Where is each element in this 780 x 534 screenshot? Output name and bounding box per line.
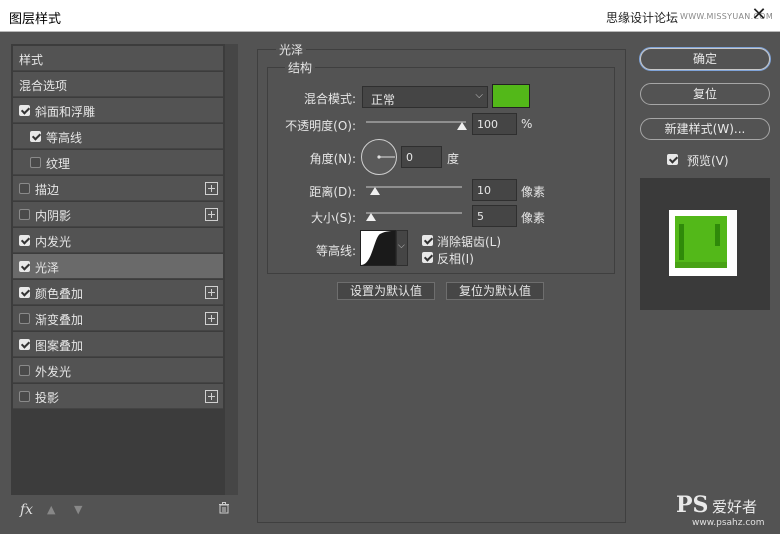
style-item[interactable]: 内阴影: [13, 202, 223, 227]
move-up-icon[interactable]: ▲: [47, 503, 55, 516]
close-icon[interactable]: ✕: [747, 5, 771, 25]
style-item-checkbox[interactable]: [19, 339, 30, 350]
add-effect-icon[interactable]: [205, 286, 218, 299]
style-item-label: 内发光: [35, 235, 72, 249]
style-item[interactable]: 样式: [13, 46, 223, 71]
site-logo: PS 爱好者 www.psahz.com: [676, 492, 765, 528]
blend-mode-value: 正常: [371, 93, 396, 107]
style-item-label: 颜色叠加: [35, 287, 84, 301]
preview-label: 预览(V): [687, 154, 729, 168]
style-item-label: 混合选项: [19, 79, 68, 93]
style-item[interactable]: 颜色叠加: [13, 280, 223, 305]
style-item-checkbox[interactable]: [19, 183, 30, 194]
style-item-label: 渐变叠加: [35, 313, 84, 327]
structure-group-title: 结构: [285, 59, 316, 76]
opacity-unit: %: [521, 117, 533, 131]
chevron-down-icon: ⌵: [398, 241, 405, 251]
style-item-label: 纹理: [46, 157, 71, 171]
style-item[interactable]: 投影: [13, 384, 223, 409]
add-effect-icon[interactable]: [205, 312, 218, 325]
blend-mode-label: 混合模式:: [303, 92, 356, 106]
dialog-title: 图层样式: [9, 12, 62, 27]
style-item-label: 投影: [35, 391, 60, 405]
style-item-checkbox[interactable]: [19, 261, 30, 272]
move-down-icon[interactable]: ▼: [74, 503, 82, 516]
add-effect-icon[interactable]: [205, 208, 218, 221]
preview-checkbox[interactable]: [667, 154, 678, 165]
style-item[interactable]: 等高线: [13, 124, 223, 149]
antialias-label: 消除锯齿(L): [437, 235, 502, 249]
invert-checkbox[interactable]: [422, 252, 433, 263]
angle-unit: 度: [447, 152, 460, 166]
style-item-checkbox[interactable]: [19, 235, 30, 246]
style-item-label: 等高线: [46, 131, 83, 145]
antialias-checkbox[interactable]: [422, 235, 433, 246]
style-item-checkbox[interactable]: [19, 365, 30, 376]
contour-label: 等高线:: [315, 244, 356, 258]
contour-dropdown[interactable]: ⌵: [396, 230, 408, 266]
title-bar: 图层样式 思缘设计论坛 WWW.MISSYUAN.COM ✕: [0, 0, 780, 32]
trash-icon[interactable]: [218, 502, 230, 514]
add-effect-icon[interactable]: [205, 182, 218, 195]
style-item[interactable]: 斜面和浮雕: [13, 98, 223, 123]
style-item[interactable]: 渐变叠加: [13, 306, 223, 331]
style-item[interactable]: 描边: [13, 176, 223, 201]
fx-icon[interactable]: fx: [20, 502, 33, 518]
style-item-checkbox[interactable]: [19, 105, 30, 116]
invert-label: 反相(I): [437, 252, 474, 266]
style-preview: [640, 178, 770, 310]
style-item-checkbox[interactable]: [19, 287, 30, 298]
opacity-slider-track[interactable]: [366, 121, 466, 123]
reset-button[interactable]: 复位: [640, 83, 770, 105]
size-label: 大小(S):: [310, 211, 356, 225]
style-item[interactable]: 内发光: [13, 228, 223, 253]
distance-unit: 像素: [521, 185, 546, 199]
style-item-label: 光泽: [35, 261, 60, 275]
style-item[interactable]: 混合选项: [13, 72, 223, 97]
ok-button[interactable]: 确定: [640, 48, 770, 70]
opacity-input[interactable]: 100: [472, 113, 517, 135]
style-item-checkbox[interactable]: [19, 313, 30, 324]
style-item[interactable]: 外发光: [13, 358, 223, 383]
satin-group-title: 光泽: [276, 41, 307, 58]
style-item[interactable]: 光泽: [13, 254, 223, 279]
satin-color-swatch[interactable]: [492, 84, 530, 108]
size-slider-thumb[interactable]: [366, 213, 376, 221]
distance-slider-thumb[interactable]: [370, 187, 380, 195]
angle-input[interactable]: 0: [401, 146, 442, 168]
style-item[interactable]: 纹理: [13, 150, 223, 175]
styles-list-scrollbar[interactable]: [225, 44, 238, 495]
style-item-label: 内阴影: [35, 209, 72, 223]
style-item[interactable]: 图案叠加: [13, 332, 223, 357]
distance-input[interactable]: 10: [472, 179, 517, 201]
contour-thumbnail[interactable]: [360, 230, 396, 266]
style-item-label: 描边: [35, 183, 60, 197]
add-effect-icon[interactable]: [205, 390, 218, 403]
size-unit: 像素: [521, 211, 546, 225]
blend-mode-select[interactable]: 正常 ⌵: [362, 86, 488, 108]
size-slider-track[interactable]: [366, 212, 462, 214]
size-input[interactable]: 5: [472, 205, 517, 227]
style-item-checkbox[interactable]: [30, 131, 41, 142]
angle-dial[interactable]: [360, 138, 398, 176]
style-item-label: 外发光: [35, 365, 72, 379]
style-item-checkbox[interactable]: [19, 391, 30, 402]
set-default-button[interactable]: 设置为默认值: [337, 282, 435, 300]
watermark-text: 思缘设计论坛: [606, 11, 679, 25]
style-item-checkbox[interactable]: [19, 209, 30, 220]
reset-default-button[interactable]: 复位为默认值: [446, 282, 544, 300]
distance-slider-track[interactable]: [366, 186, 462, 188]
style-item-label: 样式: [19, 53, 44, 67]
style-item-checkbox[interactable]: [30, 157, 41, 168]
chevron-down-icon: ⌵: [475, 90, 483, 101]
style-item-label: 图案叠加: [35, 339, 84, 353]
style-item-label: 斜面和浮雕: [35, 105, 96, 119]
angle-label: 角度(N):: [309, 152, 356, 166]
opacity-label: 不透明度(O):: [285, 119, 356, 133]
preview-thumbnail: [669, 210, 737, 276]
opacity-slider-thumb[interactable]: [457, 122, 467, 130]
new-style-button[interactable]: 新建样式(W)...: [640, 118, 770, 140]
distance-label: 距离(D):: [309, 185, 356, 199]
